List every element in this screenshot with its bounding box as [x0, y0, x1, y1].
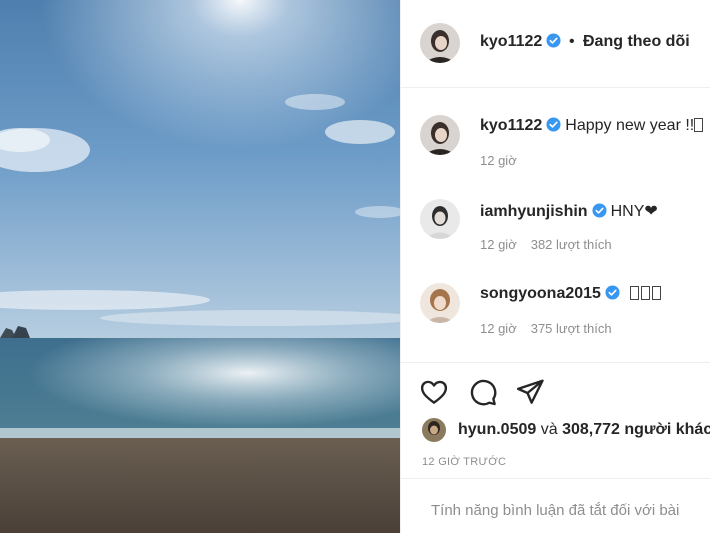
- comment-avatar[interactable]: [420, 115, 460, 155]
- post-timestamp[interactable]: 12 GIỜ TRƯỚC: [422, 456, 506, 468]
- comment-likes[interactable]: 375 lượt thích: [531, 321, 612, 336]
- comment-avatar[interactable]: [420, 283, 460, 323]
- liked-by-others[interactable]: 308,772 người khác: [562, 421, 710, 438]
- emoji-placeholder-glyph: [694, 118, 704, 132]
- comment-item: songyoona2015 12 giờ 375 lượt thích: [401, 283, 710, 363]
- post-header: kyo1122 • Đang theo dõi: [401, 0, 710, 88]
- comment-item: kyo1122 Happy new year !! 12 giờ: [401, 115, 710, 195]
- comments-disabled-text: Tính năng bình luận đã tắt đối với bài: [431, 502, 680, 519]
- post-photo[interactable]: [0, 0, 400, 533]
- comment-time[interactable]: 12 giờ: [480, 153, 517, 168]
- liked-by-and: và: [540, 421, 558, 438]
- heart-icon[interactable]: [419, 377, 449, 407]
- comment-username[interactable]: kyo1122: [480, 117, 542, 134]
- comment-text: iamhyunjishin HNY❤: [480, 201, 658, 221]
- liker-avatar: [422, 418, 446, 442]
- comment-time[interactable]: 12 giờ: [480, 237, 517, 252]
- comment-meta: 12 giờ: [480, 153, 517, 168]
- emoji-placeholder-glyph: [651, 286, 661, 300]
- post-side-panel: kyo1122 • Đang theo dõi kyo1122 Happy new…: [400, 0, 710, 533]
- comment-time[interactable]: 12 giờ: [480, 321, 517, 336]
- comment-body: HNY❤: [610, 203, 658, 220]
- comment-username[interactable]: iamhyunjishin: [480, 203, 588, 220]
- comment-meta: 12 giờ 375 lượt thích: [480, 321, 612, 336]
- author-avatar[interactable]: [420, 23, 460, 63]
- comment-body: Happy new year !!: [565, 117, 695, 134]
- comment-item: iamhyunjishin HNY❤ 12 giờ 382 lượt thích: [401, 199, 710, 279]
- liker-username[interactable]: hyun.0509: [458, 421, 536, 438]
- comment-meta: 12 giờ 382 lượt thích: [480, 237, 612, 252]
- verified-badge-icon: [546, 33, 561, 48]
- following-button[interactable]: Đang theo dõi: [583, 33, 690, 51]
- verified-badge-icon: [592, 203, 607, 218]
- send-icon[interactable]: [515, 377, 545, 407]
- action-bar: [401, 362, 710, 412]
- comment-likes[interactable]: 382 lượt thích: [531, 237, 612, 252]
- author-username[interactable]: kyo1122: [480, 33, 561, 51]
- emoji-placeholder-glyphs: [629, 285, 663, 302]
- comment-text: songyoona2015: [480, 285, 663, 303]
- comment-text: kyo1122 Happy new year !!: [480, 117, 705, 135]
- verified-badge-icon: [605, 285, 620, 300]
- comment-icon[interactable]: [468, 377, 498, 407]
- emoji-placeholder-glyph: [640, 286, 650, 300]
- comment-username[interactable]: songyoona2015: [480, 285, 601, 302]
- comment-avatar[interactable]: [420, 199, 460, 239]
- separator-dot: •: [569, 33, 575, 50]
- comments-disabled-bar: Tính năng bình luận đã tắt đối với bài: [401, 478, 710, 533]
- verified-badge-icon: [546, 117, 561, 132]
- emoji-placeholder-glyph: [629, 286, 639, 300]
- liked-by-text: hyun.0509 và 308,772 người khác: [458, 421, 710, 439]
- author-username-text[interactable]: kyo1122: [480, 33, 542, 50]
